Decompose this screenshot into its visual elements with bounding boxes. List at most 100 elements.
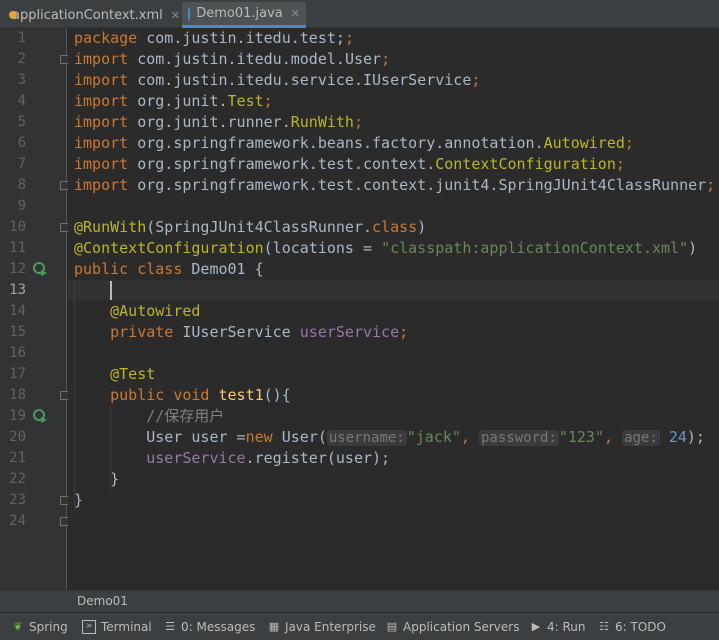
tool-spring[interactable]: ❦ Spring <box>12 620 68 634</box>
parameter-hint: username: <box>326 430 407 446</box>
tool-label: Terminal <box>101 620 152 634</box>
run-test-class-icon[interactable] <box>32 261 48 277</box>
line-number: 12 <box>9 261 26 277</box>
tool-terminal[interactable]: > Terminal <box>82 620 152 634</box>
close-icon[interactable]: ✕ <box>171 9 180 22</box>
text-caret <box>110 281 112 300</box>
string-literal: "jack" <box>406 428 461 446</box>
close-icon[interactable]: ✕ <box>291 7 300 20</box>
tool-label: Application Servers <box>403 620 520 634</box>
keyword: import <box>74 176 129 194</box>
semicolon: ; <box>381 50 391 68</box>
class-ref: User <box>344 50 382 68</box>
editor-tab-bar: applicationContext.xml ✕ Demo01.java ✕ <box>0 0 719 28</box>
string-literal: "123" <box>558 428 604 446</box>
field-ref: userService <box>146 449 246 467</box>
keyword: import <box>74 113 129 131</box>
line-number: 14 <box>9 303 26 319</box>
code-text: ); <box>686 428 705 446</box>
spring-leaf-icon: ❦ <box>13 620 23 633</box>
code-text: com.justin.itedu.test; <box>137 29 345 47</box>
semicolon: ; <box>471 71 481 89</box>
keyword: import <box>74 134 129 152</box>
tab-demo01-java[interactable]: Demo01.java ✕ <box>182 2 306 28</box>
line-number: 18 <box>9 387 26 403</box>
code-text: org.junit. <box>128 92 228 110</box>
breadcrumb-item[interactable]: Demo01 <box>77 594 128 608</box>
code-text: com.justin.itedu.model. <box>128 50 345 68</box>
semicolon: ; <box>615 155 625 173</box>
breadcrumb-bar: Demo01 <box>0 590 719 612</box>
parameter-hint: password: <box>478 430 559 446</box>
tool-label: Spring <box>29 620 68 634</box>
line-number: 21 <box>9 450 26 466</box>
line-number: 5 <box>17 114 26 130</box>
parameter-hint: age: <box>622 430 660 446</box>
keyword: public class <box>74 260 183 278</box>
comma: , <box>604 428 614 446</box>
line-number: 8 <box>17 177 26 193</box>
line-number: 20 <box>9 429 26 445</box>
line-number: 15 <box>9 324 26 340</box>
line-number: 24 <box>9 513 26 529</box>
semicolon: ; <box>263 92 273 110</box>
keyword: private <box>110 323 174 341</box>
class-ref: SpringJUnit4ClassRunner <box>498 176 707 194</box>
code-text: } <box>110 470 120 488</box>
application-servers-icon: ▤ <box>386 620 398 633</box>
tool-application-servers[interactable]: ▤ Application Servers <box>386 620 520 634</box>
code-text: org.junit.runner. <box>128 113 291 131</box>
class-ref: IUserService <box>363 71 472 89</box>
annotation: @Test <box>110 365 156 383</box>
code-text: ) <box>688 239 698 257</box>
code-text: User( <box>272 428 327 446</box>
code-text: } <box>74 491 84 509</box>
code-editor[interactable]: package com.justin.itedu.test;; import c… <box>68 28 719 590</box>
code-text: ) <box>417 218 427 236</box>
tool-messages[interactable]: ☰ 0: Messages <box>164 620 255 634</box>
line-number: 17 <box>9 366 26 382</box>
line-number: 7 <box>17 156 26 172</box>
run-icon: ▶ <box>531 620 541 633</box>
annotation: @ContextConfiguration <box>74 239 264 257</box>
java-enterprise-icon: ▦ <box>268 620 280 633</box>
tool-run[interactable]: ▶ 4: Run <box>530 620 586 634</box>
keyword: package <box>74 29 138 47</box>
annotation: @RunWith <box>74 218 147 236</box>
current-line-highlight <box>68 280 719 301</box>
tab-label: applicationContext.xml <box>12 7 163 23</box>
field-ref: userService <box>299 323 400 341</box>
string-literal: "classpath:applicationContext.xml" <box>381 239 689 257</box>
code-text: org.springframework.test.context.junit4. <box>128 176 499 194</box>
editor-gutter[interactable]: 1 2 3 4 5 6 7 8 9 10 11 12 13 14 15 16 1… <box>0 28 69 590</box>
tool-label: Java Enterprise <box>285 620 376 634</box>
tool-label: 6: TODO <box>615 620 666 634</box>
terminal-icon: > <box>82 620 96 634</box>
line-number: 13 <box>9 282 26 298</box>
line-number: 23 <box>9 492 26 508</box>
line-number: 1 <box>17 30 26 46</box>
line-number: 10 <box>9 219 26 235</box>
code-text: org.springframework.beans.factory.annota… <box>128 134 544 152</box>
line-number: 3 <box>17 72 26 88</box>
keyword: import <box>74 92 129 110</box>
code-text: User user = <box>146 428 246 446</box>
tool-window-bar: ❦ Spring > Terminal ☰ 0: Messages ▦ Java… <box>0 612 719 640</box>
line-number: 19 <box>9 408 26 424</box>
annotation-ref: Autowired <box>543 134 625 152</box>
keyword: import <box>74 71 129 89</box>
run-test-method-icon[interactable] <box>32 408 48 424</box>
semicolon: ; <box>353 113 363 131</box>
tool-todo[interactable]: ☷ 6: TODO <box>598 620 666 634</box>
code-text: .register(user); <box>245 449 391 467</box>
keyword: class <box>372 218 418 236</box>
tab-application-context-xml[interactable]: applicationContext.xml ✕ <box>0 2 180 28</box>
comma: , <box>460 428 470 446</box>
annotation: @Autowired <box>110 302 201 320</box>
tool-java-enterprise[interactable]: ▦ Java Enterprise <box>268 620 376 634</box>
code-text: com.justin.itedu.service. <box>128 71 363 89</box>
code-text: (SpringJUnit4ClassRunner. <box>146 218 373 236</box>
code-text: (locations = <box>263 239 382 257</box>
messages-icon: ☰ <box>165 620 175 633</box>
code-text: org.springframework.test.context. <box>128 155 436 173</box>
